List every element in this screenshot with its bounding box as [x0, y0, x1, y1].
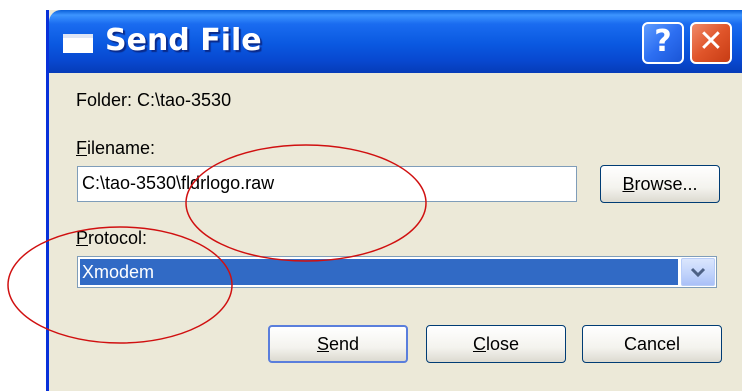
title-bar[interactable]: Send File ? ✕	[49, 10, 742, 73]
protocol-label: Protocol:	[76, 228, 147, 249]
protocol-select[interactable]: Xmodem	[77, 256, 717, 288]
send-button-rest: end	[328, 334, 360, 354]
filename-label: Filename:	[76, 138, 155, 159]
browse-button-rest: rowse...	[634, 174, 698, 194]
send-button-mnemonic: S	[316, 334, 329, 354]
close-window-button[interactable]: ✕	[690, 22, 732, 64]
filename-label-mnemonic: F	[76, 138, 87, 158]
browse-button[interactable]: Browse...	[600, 165, 720, 203]
send-button[interactable]: Send	[268, 325, 408, 363]
dropdown-button[interactable]	[681, 258, 715, 286]
chevron-down-icon	[690, 267, 706, 278]
protocol-label-mnemonic: P	[76, 228, 89, 248]
close-button[interactable]: Close	[426, 325, 566, 363]
folder-path-label: Folder: C:\tao-3530	[76, 90, 232, 110]
close-button-mnemonic: C	[472, 334, 486, 354]
help-button[interactable]: ?	[642, 22, 684, 64]
protocol-selected-value: Xmodem	[80, 259, 678, 285]
close-button-rest: lose	[485, 334, 520, 354]
protocol-label-rest: rotocol:	[88, 228, 148, 248]
cancel-button[interactable]: Cancel	[582, 325, 722, 363]
filename-input[interactable]: C:\tao-3530\fldrlogo.raw	[77, 166, 577, 202]
window-icon	[63, 34, 93, 53]
filename-label-rest: ilename:	[87, 138, 156, 158]
window-title: Send File	[105, 23, 262, 58]
browse-button-mnemonic: B	[622, 174, 635, 194]
